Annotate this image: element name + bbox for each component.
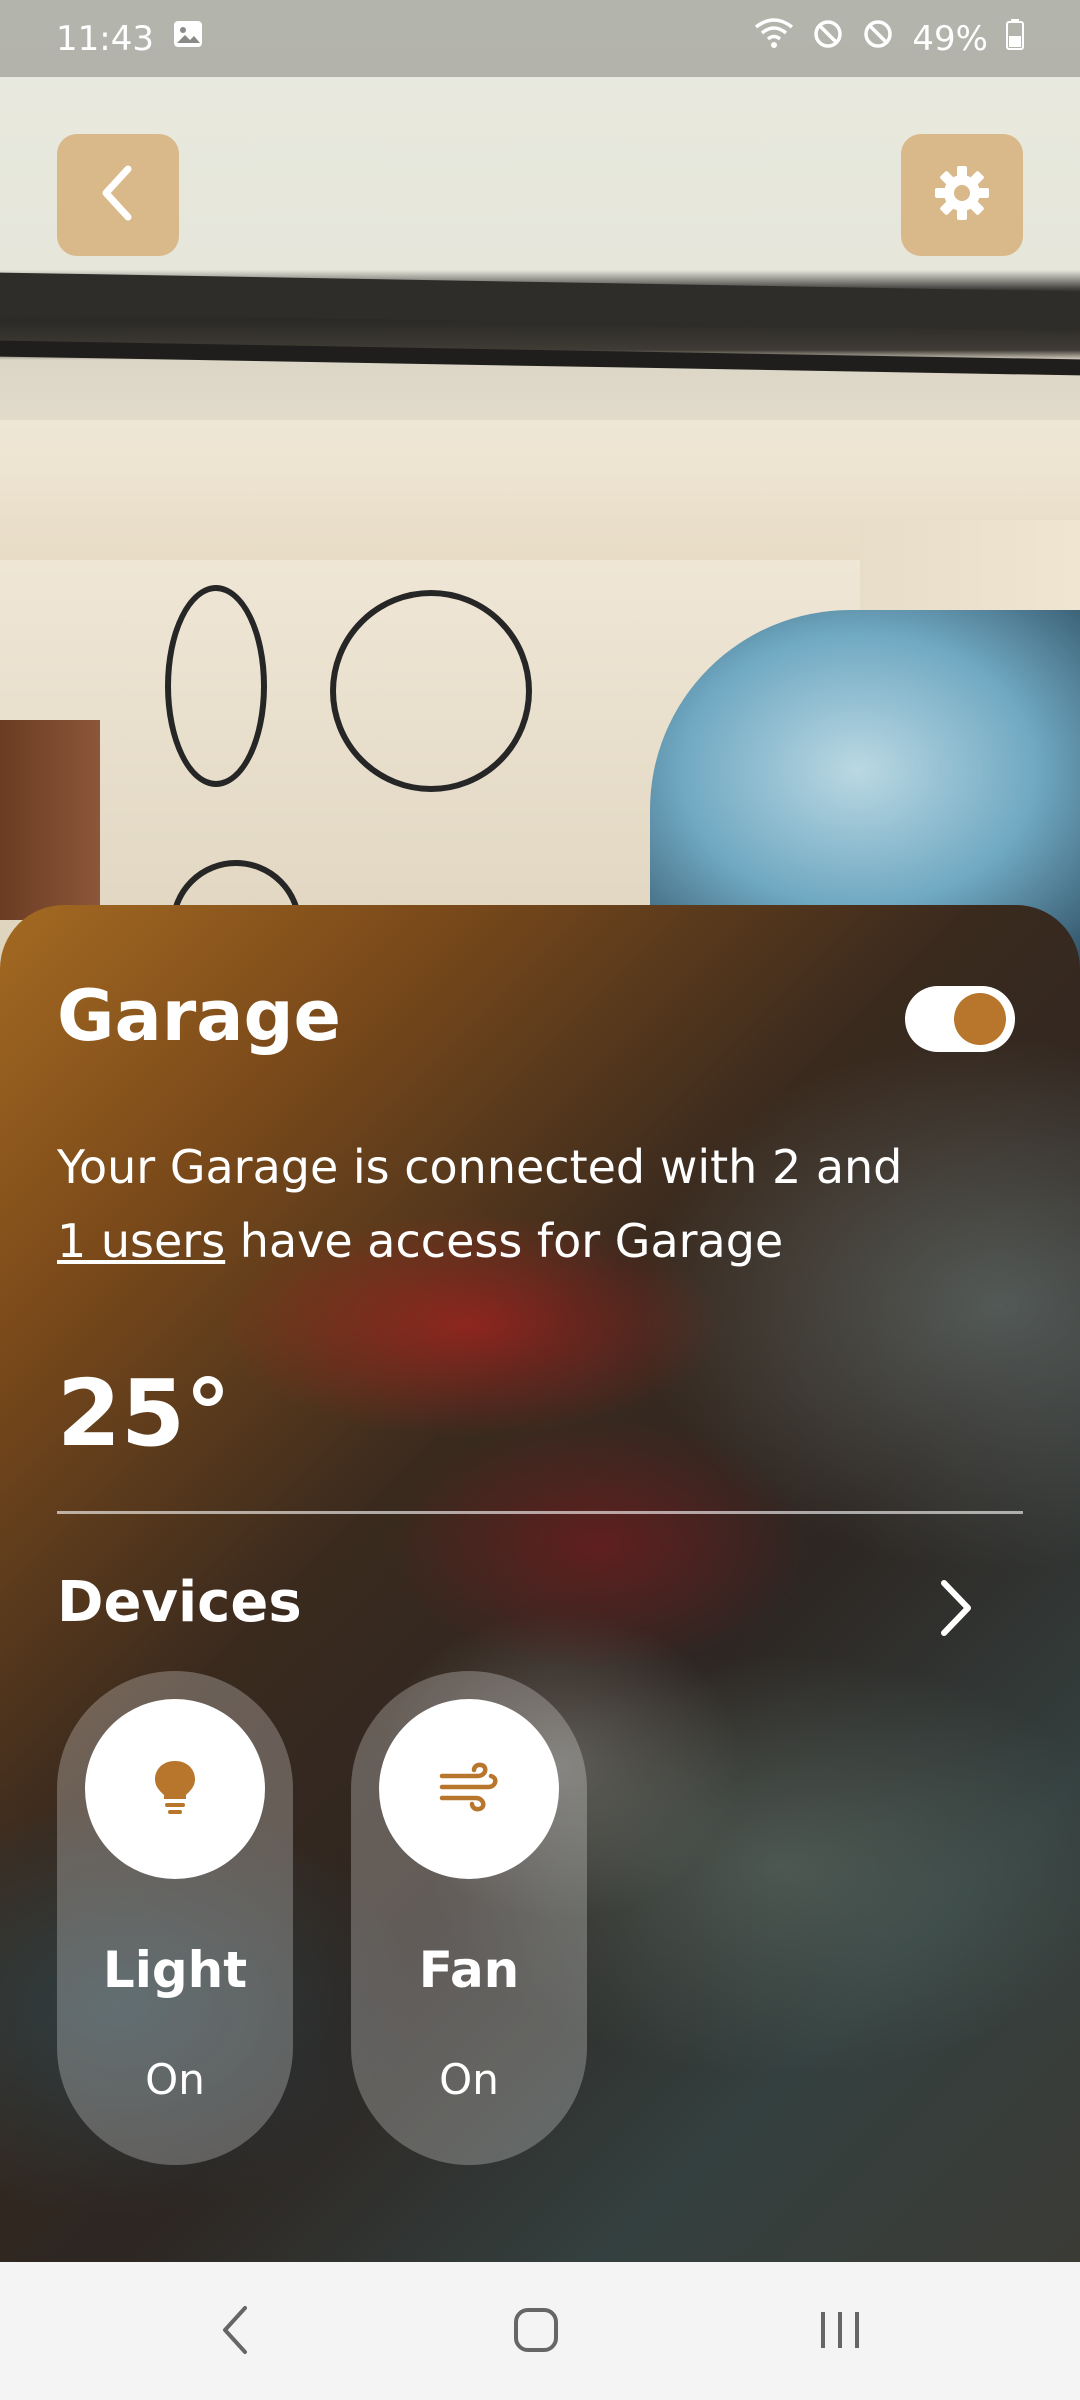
chevron-right-icon xyxy=(928,1580,984,1647)
home-nav-icon xyxy=(511,2305,561,2359)
nav-home-button[interactable] xyxy=(496,2300,576,2364)
device-card-fan[interactable]: Fan On xyxy=(351,1671,587,2165)
recents-nav-icon xyxy=(815,2306,865,2358)
status-bar: 11:43 49% xyxy=(0,0,1080,77)
toggle-knob xyxy=(954,993,1006,1045)
device-card-light[interactable]: Light On xyxy=(57,1671,293,2165)
device-state: On xyxy=(439,2055,499,2104)
gear-icon xyxy=(932,163,992,227)
clock: 11:43 xyxy=(56,18,154,59)
shelves xyxy=(0,720,100,920)
devices-title: Devices xyxy=(57,1570,302,1635)
navigation-bar xyxy=(0,2262,1080,2400)
garage-door-rail-lower xyxy=(0,340,1080,376)
bike-wheel xyxy=(165,585,267,787)
users-link[interactable]: 1 users xyxy=(57,1214,225,1268)
bike-wheel xyxy=(330,590,532,792)
device-state: On xyxy=(145,2055,205,2104)
devices-arrow-button[interactable] xyxy=(928,1573,984,1643)
room-title: Garage xyxy=(57,975,342,1057)
back-button[interactable] xyxy=(57,134,179,256)
wifi-icon xyxy=(754,17,794,60)
room-power-toggle[interactable] xyxy=(905,986,1015,1052)
battery-level: 49% xyxy=(912,18,988,59)
back-nav-icon xyxy=(215,2302,255,2362)
description-suffix: have access for Garage xyxy=(225,1214,784,1268)
nav-recents-button[interactable] xyxy=(800,2300,880,2364)
device-name: Light xyxy=(102,1941,248,1999)
room-description: Your Garage is connected with 2 and 1 us… xyxy=(57,1130,937,1278)
garage-door-rail xyxy=(0,272,1080,332)
nav-back-button[interactable] xyxy=(195,2300,275,2364)
device-name: Fan xyxy=(418,1941,520,1999)
battery-icon xyxy=(1006,18,1024,59)
room-card: Garage Your Garage is connected with 2 a… xyxy=(0,905,1080,2265)
chevron-left-icon xyxy=(94,163,142,227)
description-prefix: Your Garage is connected with 2 and xyxy=(57,1140,903,1194)
divider xyxy=(57,1511,1023,1514)
settings-button[interactable] xyxy=(901,134,1023,256)
blocked-icon xyxy=(812,18,844,59)
gallery-icon xyxy=(172,18,204,59)
temperature: 25° xyxy=(57,1360,232,1467)
device-icon-circle xyxy=(379,1699,559,1879)
blocked-icon xyxy=(862,18,894,59)
wind-icon xyxy=(438,1762,500,1816)
lightbulb-icon xyxy=(150,1757,200,1821)
device-icon-circle xyxy=(85,1699,265,1879)
